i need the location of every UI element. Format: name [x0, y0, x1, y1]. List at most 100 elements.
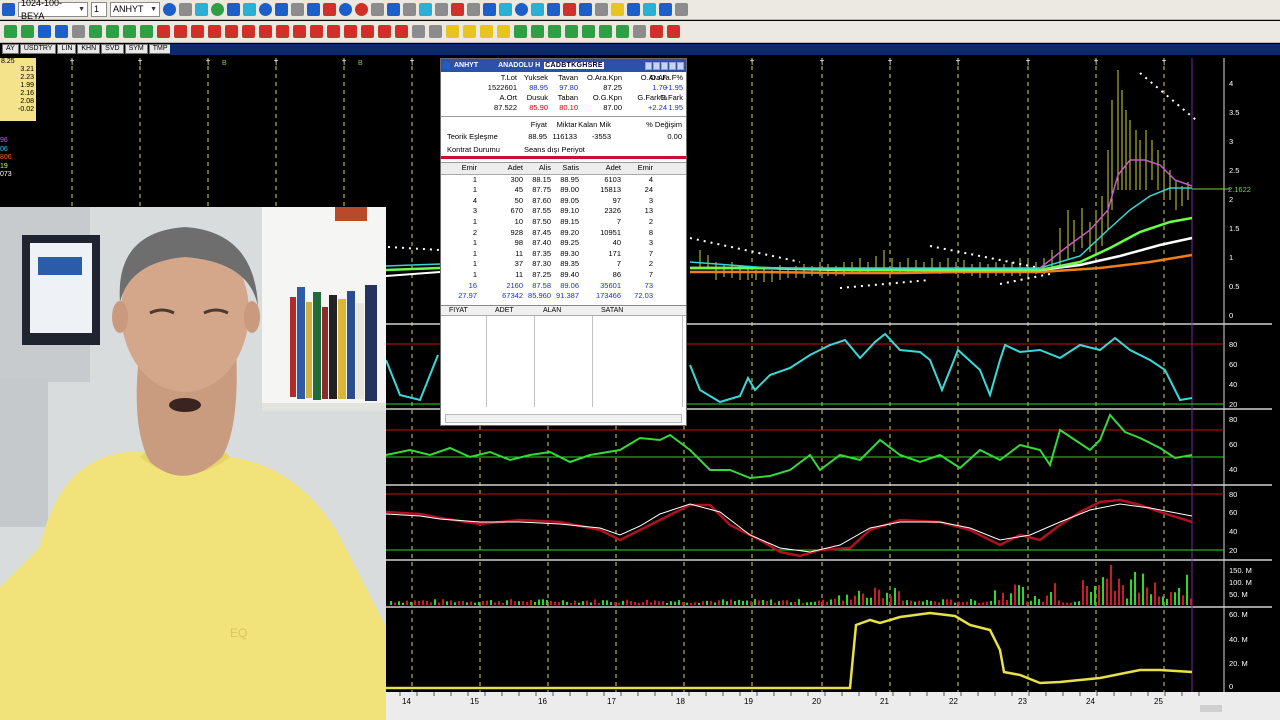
- globe-icon[interactable]: [211, 3, 224, 16]
- delete-icon[interactable]: [650, 25, 663, 38]
- fib-time-icon[interactable]: [208, 25, 221, 38]
- regression-icon[interactable]: [310, 25, 323, 38]
- text-color-icon[interactable]: [323, 3, 336, 16]
- symbol-combo[interactable]: ANHYT ▼: [110, 2, 160, 17]
- message-icon[interactable]: [643, 3, 656, 16]
- e-icon[interactable]: [653, 61, 660, 70]
- tab-sym[interactable]: SYM: [124, 44, 148, 54]
- u-icon[interactable]: [339, 3, 352, 16]
- fib-icon[interactable]: [157, 25, 170, 38]
- depth-row[interactable]: 1 300 88.15 88.95 6103 4: [441, 175, 686, 186]
- depth-total-row[interactable]: 27.97 67342 85.960 91.387 173466 72.03: [441, 291, 686, 302]
- tab-ay[interactable]: AY: [2, 44, 19, 54]
- filter-icon[interactable]: [579, 3, 592, 16]
- menu-icon[interactable]: [2, 3, 15, 16]
- depth-header[interactable]: Satis: [551, 163, 579, 174]
- tab-tmp[interactable]: TMP: [148, 44, 172, 54]
- andrews-icon[interactable]: [293, 25, 306, 38]
- depth-header[interactable]: Adet: [579, 163, 621, 174]
- erase-icon[interactable]: [429, 25, 442, 38]
- page-combo[interactable]: 1: [91, 2, 107, 17]
- print-icon[interactable]: [371, 3, 384, 16]
- tab-usdtry[interactable]: USDTRY: [19, 44, 57, 54]
- video-icon[interactable]: [563, 3, 576, 16]
- folder-icon[interactable]: [595, 3, 608, 16]
- text-tool-icon[interactable]: [412, 25, 425, 38]
- formula-icon[interactable]: [435, 3, 448, 16]
- draw-icon[interactable]: [179, 3, 192, 16]
- refresh-icon[interactable]: [259, 3, 272, 16]
- line-chart-icon[interactable]: [419, 3, 432, 16]
- news-icon[interactable]: [387, 3, 400, 16]
- star-icon[interactable]: [611, 3, 624, 16]
- screen-icon[interactable]: [227, 3, 240, 16]
- close-icon[interactable]: [677, 61, 684, 70]
- twitter-small-icon[interactable]: [645, 61, 652, 70]
- tools-icon[interactable]: [467, 3, 480, 16]
- depth-row[interactable]: 1 11 87.25 89.40 86 7: [441, 270, 686, 281]
- depth-row[interactable]: 1 10 87.50 89.15 7 2: [441, 217, 686, 228]
- alert-icon[interactable]: [497, 25, 510, 38]
- brush-icon[interactable]: [446, 25, 459, 38]
- depth-row[interactable]: 1 37 87.30 89.35 7 2: [441, 259, 686, 270]
- arc-icon[interactable]: [89, 25, 102, 38]
- fib-fan-icon[interactable]: [174, 25, 187, 38]
- order-book-window[interactable]: ANHYT ANADOLU H CADBTKGHSRE T.Lot Yuksek…: [440, 58, 687, 426]
- pointer-icon[interactable]: [72, 25, 85, 38]
- depth-header[interactable]: Adet: [477, 163, 523, 174]
- arrows-v-icon[interactable]: [531, 25, 544, 38]
- maximize-icon[interactable]: [669, 61, 676, 70]
- gann-icon[interactable]: [225, 25, 238, 38]
- depth-total-row[interactable]: 16 2160 87.58 89.06 35601 73: [441, 281, 686, 292]
- arrow-up-icon[interactable]: [599, 25, 612, 38]
- depth-row[interactable]: 4 50 87.60 89.05 97 3: [441, 196, 686, 207]
- bell-tool-icon[interactable]: [480, 25, 493, 38]
- settings-icon[interactable]: [675, 3, 688, 16]
- square-icon[interactable]: [395, 25, 408, 38]
- ray-icon[interactable]: [106, 25, 119, 38]
- lock-icon[interactable]: [667, 25, 680, 38]
- depth-row[interactable]: 1 98 87.40 89.25 40 3: [441, 238, 686, 249]
- quadrant-icon[interactable]: [344, 25, 357, 38]
- copy-icon[interactable]: [499, 3, 512, 16]
- label-icon[interactable]: [463, 25, 476, 38]
- raff-icon[interactable]: [361, 25, 374, 38]
- fib-arc-icon[interactable]: [191, 25, 204, 38]
- table-icon[interactable]: [403, 3, 416, 16]
- zoom-icon[interactable]: [163, 3, 176, 16]
- depth-header[interactable]: Emir: [441, 163, 477, 174]
- tab-khn[interactable]: KHN: [77, 44, 101, 54]
- depth-row[interactable]: 3 670 87.55 89.10 2326 13: [441, 206, 686, 217]
- bold-icon[interactable]: [307, 3, 320, 16]
- search-icon[interactable]: [515, 3, 528, 16]
- arrows-h-icon[interactable]: [514, 25, 527, 38]
- lines-icon[interactable]: [55, 25, 68, 38]
- layout-combo[interactable]: 1024-100-BEYA ▼: [18, 0, 88, 21]
- percent-icon[interactable]: [378, 25, 391, 38]
- order-book-titlebar[interactable]: ANHYT ANADOLU H CADBTKGHSRE: [441, 59, 686, 72]
- minimize-icon[interactable]: [661, 61, 668, 70]
- depth-row[interactable]: 2 928 87.45 89.20 10951 8: [441, 228, 686, 239]
- tab-svd[interactable]: SVD: [101, 44, 124, 54]
- alarm-icon[interactable]: [451, 3, 464, 16]
- hline-icon[interactable]: [38, 25, 51, 38]
- channel-icon[interactable]: [140, 25, 153, 38]
- zoom-in-icon[interactable]: [633, 25, 646, 38]
- depth-header[interactable]: Alis: [523, 163, 551, 174]
- gann-fan-icon[interactable]: [242, 25, 255, 38]
- save-icon[interactable]: [483, 3, 496, 16]
- twitter-icon[interactable]: [531, 3, 544, 16]
- pencil-icon[interactable]: [4, 25, 17, 38]
- monitor-icon[interactable]: [243, 3, 256, 16]
- tirone-icon[interactable]: [327, 25, 340, 38]
- arrow-left-icon[interactable]: [565, 25, 578, 38]
- stop-icon[interactable]: [355, 3, 368, 16]
- tool-icon[interactable]: [21, 25, 34, 38]
- tab-lin[interactable]: LIN: [57, 44, 77, 54]
- speed-icon[interactable]: [259, 25, 272, 38]
- depth-row[interactable]: 1 45 87.75 89.00 15813 24: [441, 185, 686, 196]
- grid-icon[interactable]: [275, 3, 288, 16]
- depth-header[interactable]: Emir: [621, 163, 653, 174]
- bell-icon[interactable]: [627, 3, 640, 16]
- portfolio-icon[interactable]: [659, 3, 672, 16]
